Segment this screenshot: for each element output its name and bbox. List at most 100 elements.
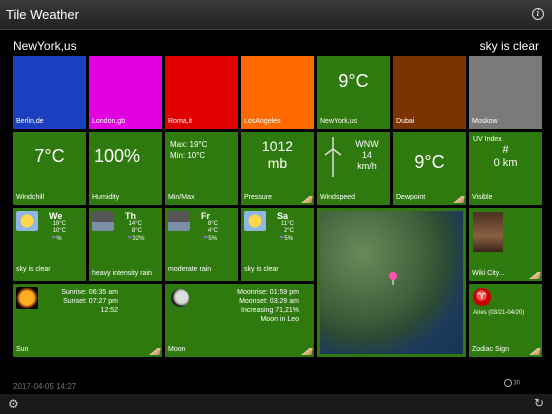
refresh-timer[interactable]: 30 xyxy=(503,379,520,387)
zodiac-sign: Aries (03/21-04/20) xyxy=(473,310,525,316)
city-label: Berlin,de xyxy=(16,118,44,125)
forecast-tile-sa[interactable]: Sa 11°C 2°C ☂5% sky is clear xyxy=(241,208,314,281)
uv-title: UV Index xyxy=(473,136,502,143)
moon-illumination: Increasing 71,21% xyxy=(241,307,299,314)
city-tile-newyork[interactable]: 9°C NewYork,us xyxy=(317,56,390,129)
city-tile-london[interactable]: London,gb xyxy=(89,56,162,129)
uv-value: # xyxy=(502,144,509,156)
sun-label: Sun xyxy=(16,346,29,353)
city-label: London,gb xyxy=(92,118,126,125)
aries-icon: ♈ xyxy=(473,288,491,306)
forecast-precip: ☂5% xyxy=(203,236,218,242)
current-location: NewYork,us xyxy=(13,39,77,53)
windspeed-label: Windspeed xyxy=(320,194,356,201)
moon-phase-icon xyxy=(171,289,189,307)
forecast-desc: sky is clear xyxy=(244,266,279,273)
satellite-map[interactable] xyxy=(320,211,463,354)
wiki-city-label: Wiki City... xyxy=(472,270,505,277)
app-title: Tile Weather xyxy=(6,7,79,22)
page-curl-icon xyxy=(453,196,465,203)
sun-icon xyxy=(16,211,38,231)
windchill-tile[interactable]: 7°C Windchill xyxy=(13,132,86,205)
windchill-label: Windchill xyxy=(16,194,45,201)
uv-visibility-tile[interactable]: UV Index # 0 km Visible xyxy=(469,132,542,205)
forecast-desc: moderate rain xyxy=(168,266,212,273)
wiki-city-image xyxy=(473,212,503,252)
page-curl-icon xyxy=(301,196,313,203)
pressure-value: 1012 xyxy=(261,138,294,154)
windchill-value: 7°C xyxy=(34,146,65,166)
forecast-tile-th[interactable]: Th 14°C 8°C ☂32% heavy intensity rain xyxy=(89,208,162,281)
forecast-tile-fr[interactable]: Fr 8°C 4°C ☂5% moderate rain xyxy=(165,208,238,281)
clock-icon xyxy=(503,379,512,387)
city-label: Dubai xyxy=(396,118,415,125)
wind-unit: km/h xyxy=(357,161,377,171)
forecast-day: Th xyxy=(125,211,136,221)
pressure-label: Pressure xyxy=(244,194,273,201)
city-tile-losangeles[interactable]: LosAngeles xyxy=(241,56,314,129)
forecast-low: 2°C xyxy=(283,228,294,234)
zodiac-tile[interactable]: ♈ Aries (03/21-04/20) Zodiac Sign xyxy=(469,284,542,357)
forecast-tile-we[interactable]: We 19°C 10°C ☂% sky is clear xyxy=(13,208,86,281)
city-tile-roma[interactable]: Roma,it xyxy=(165,56,238,129)
sun-tile[interactable]: Sunrise: 06:35 am Sunset: 07:27 pm 12:52… xyxy=(13,284,162,357)
moon-sign: Moon in Leo xyxy=(260,316,299,323)
title-bar: Tile Weather i xyxy=(0,0,552,30)
min-temperature: Min: 10°C xyxy=(170,151,206,160)
moonrise-time: Moonrise: 01:59 pm xyxy=(237,289,299,296)
city-label: Roma,it xyxy=(168,118,193,125)
forecast-precip: ☂5% xyxy=(279,236,294,242)
dewpoint-label: Dewpoint xyxy=(396,194,426,201)
sun-icon xyxy=(244,211,266,231)
forecast-high: 14°C xyxy=(128,221,142,227)
minmax-label: Min/Max xyxy=(168,194,195,201)
city-tile-moskow[interactable]: Moskow xyxy=(469,56,542,129)
page-curl-icon xyxy=(301,348,313,355)
city-tile-dubai[interactable]: Dubai xyxy=(393,56,466,129)
pressure-unit: mb xyxy=(267,155,288,171)
minmax-tile[interactable]: Max: 19°C Min: 10°C Min/Max xyxy=(165,132,238,205)
solar-noon: 12:52 xyxy=(100,307,118,314)
forecast-low: 10°C xyxy=(52,228,66,234)
current-condition: sky is clear xyxy=(479,39,539,53)
sun-image-icon xyxy=(16,287,38,309)
pressure-tile[interactable]: 1012 mb Pressure xyxy=(241,132,314,205)
forecast-high: 11°C xyxy=(281,221,294,227)
max-temperature: Max: 19°C xyxy=(170,140,208,149)
info-icon[interactable]: i xyxy=(532,8,544,20)
refresh-icon[interactable]: ↻ xyxy=(534,396,544,410)
forecast-precip: ☂% xyxy=(51,236,62,242)
wind-turbine-icon xyxy=(324,137,342,177)
page-curl-icon xyxy=(529,348,541,355)
settings-icon[interactable]: ⚙ xyxy=(8,397,19,411)
sunrise-time: Sunrise: 06:35 am xyxy=(61,289,118,296)
sunset-time: Sunset: 07:27 pm xyxy=(63,298,118,305)
forecast-desc: sky is clear xyxy=(16,266,51,273)
city-label: Moskow xyxy=(472,118,498,125)
forecast-high: 19°C xyxy=(52,221,66,227)
city-tile-berlin[interactable]: Berlin,de xyxy=(13,56,86,129)
humidity-tile[interactable]: 100% Humidity xyxy=(89,132,162,205)
rain-icon xyxy=(168,211,190,231)
forecast-day: We xyxy=(49,211,63,221)
forecast-high: 8°C xyxy=(207,221,218,227)
visibility-label: Visible xyxy=(472,194,493,201)
bottom-toolbar: ⚙ ↻ xyxy=(0,394,552,414)
moon-tile[interactable]: Moonrise: 01:59 pm Moonset: 03:29 am Inc… xyxy=(165,284,314,357)
forecast-day: Sa xyxy=(277,211,289,221)
map-tile[interactable] xyxy=(317,208,466,357)
city-label: LosAngeles xyxy=(244,118,281,125)
forecast-low: 4°C xyxy=(207,228,218,234)
last-update-timestamp: 2017-04-05 14:27 xyxy=(13,382,77,391)
windspeed-tile[interactable]: WNW 14 km/h Windspeed xyxy=(317,132,390,205)
city-temperature: 9°C xyxy=(338,71,369,91)
forecast-low: 8°C xyxy=(131,228,142,234)
rain-icon xyxy=(92,211,114,231)
forecast-day: Fr xyxy=(201,211,210,221)
forecast-precip: ☂32% xyxy=(127,236,145,242)
wiki-city-tile[interactable]: Wiki City... xyxy=(469,208,542,281)
city-label: NewYork,us xyxy=(320,118,358,125)
dewpoint-tile[interactable]: 9°C Dewpoint xyxy=(393,132,466,205)
visibility-value: 0 km xyxy=(493,157,518,169)
page-curl-icon xyxy=(149,348,161,355)
